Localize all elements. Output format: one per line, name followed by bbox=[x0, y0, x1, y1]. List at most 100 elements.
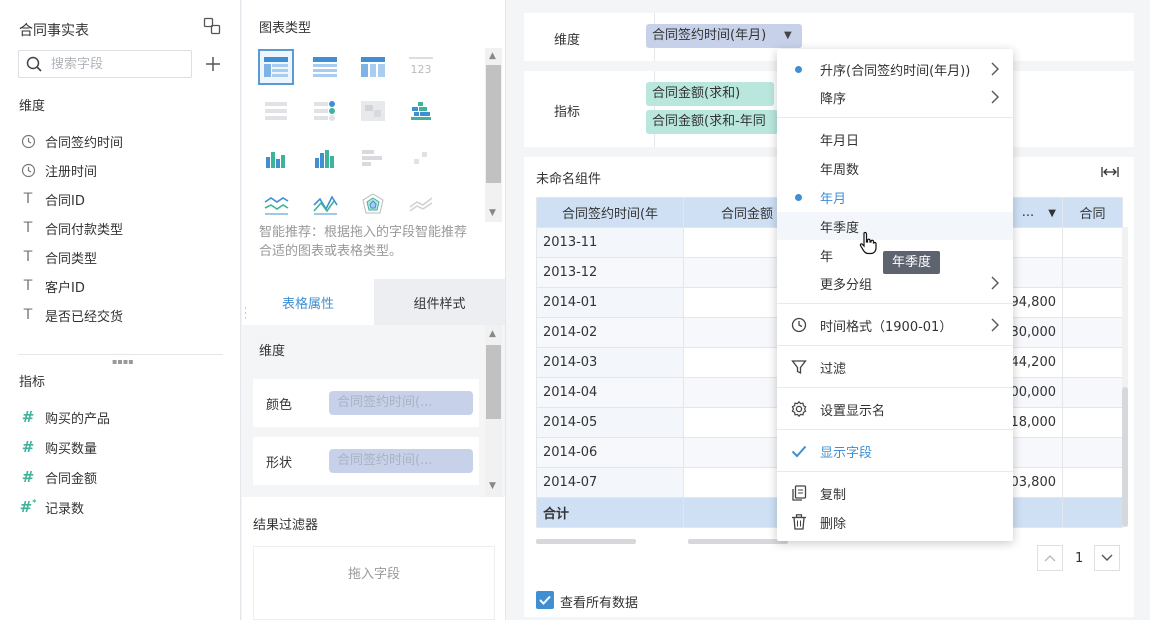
scroll-up-icon[interactable]: ▲ bbox=[489, 51, 496, 61]
scrollbar-thumb[interactable] bbox=[688, 539, 788, 544]
menu-item-label: 年周数 bbox=[820, 162, 860, 178]
property-scrollbar[interactable]: ▲ ▼ bbox=[485, 325, 502, 497]
view-all-checkbox[interactable] bbox=[536, 591, 554, 609]
grouped-table-icon[interactable] bbox=[258, 49, 294, 85]
detail-table-icon[interactable] bbox=[307, 49, 343, 85]
chart-type-title: 图表类型 bbox=[259, 21, 312, 36]
grouped-bar-icon[interactable] bbox=[307, 140, 343, 176]
menu-separator bbox=[777, 471, 1013, 472]
list-chart-icon[interactable] bbox=[258, 93, 294, 129]
view-all-label: 查看所有数据 bbox=[560, 596, 639, 611]
menu-item[interactable]: 升序(合同签约时间(年月)) bbox=[777, 55, 1013, 83]
hash-icon: # bbox=[21, 468, 35, 486]
color-field-pill[interactable]: 合同签约时间(... bbox=[329, 391, 473, 415]
field-item[interactable]: # 购买的产品 bbox=[19, 407, 110, 427]
multi-line-icon[interactable] bbox=[403, 186, 439, 222]
menu-item-label: 降序 bbox=[820, 91, 847, 107]
kpi-number-icon[interactable]: 123 bbox=[403, 49, 439, 85]
dot-list-icon[interactable] bbox=[307, 93, 343, 129]
radar-chart-icon[interactable] bbox=[355, 186, 391, 222]
scrollbar-thumb[interactable] bbox=[486, 345, 501, 419]
search-input[interactable] bbox=[51, 55, 181, 73]
hash-icon: # bbox=[21, 408, 35, 426]
bar-chart-icon[interactable] bbox=[258, 140, 294, 176]
total-label: 合计 bbox=[536, 497, 684, 528]
metric-field-tag[interactable]: 合同金额(求和-年同 bbox=[646, 110, 778, 134]
menu-item[interactable]: 显示字段 bbox=[777, 437, 1013, 465]
sort-caret-icon[interactable]: ▼ bbox=[1048, 208, 1056, 219]
cross-table-icon[interactable] bbox=[355, 49, 391, 85]
date-cell: 2014-02 bbox=[536, 317, 684, 348]
menu-item-label: 年 bbox=[820, 249, 834, 265]
menu-item[interactable]: 删除 bbox=[777, 508, 1013, 536]
menu-item[interactable]: 过滤 bbox=[777, 353, 1013, 381]
menu-item[interactable]: 年月 bbox=[777, 183, 1013, 211]
value-cell bbox=[1062, 467, 1123, 498]
menu-item[interactable]: 复制 bbox=[777, 479, 1013, 507]
field-item[interactable]: T 合同付款类型 bbox=[19, 218, 123, 238]
line-chart-icon[interactable] bbox=[258, 186, 294, 222]
menu-item[interactable]: 年季度 bbox=[777, 212, 1013, 240]
result-filter-dropzone[interactable]: 拖入字段 bbox=[253, 546, 495, 620]
check-icon bbox=[790, 442, 808, 460]
switch-table-icon[interactable] bbox=[203, 17, 221, 35]
scrollbar-thumb[interactable] bbox=[1122, 387, 1128, 527]
scroll-up-icon[interactable]: ▲ bbox=[489, 329, 496, 339]
menu-item[interactable]: 降序 bbox=[777, 83, 1013, 111]
tab-table-properties[interactable]: 表格属性 bbox=[242, 279, 374, 325]
metric-section-title: 指标 bbox=[19, 375, 46, 390]
field-item[interactable]: # 合同金额 bbox=[19, 467, 97, 487]
field-label: 合同ID bbox=[45, 193, 85, 209]
field-item[interactable]: 注册时间 bbox=[19, 160, 97, 180]
menu-item-label: 显示字段 bbox=[820, 445, 873, 461]
menu-item[interactable]: 设置显示名 bbox=[777, 395, 1013, 423]
scroll-down-icon[interactable]: ▼ bbox=[489, 208, 496, 218]
field-item[interactable]: # 购买数量 bbox=[19, 437, 97, 457]
waterfall-icon[interactable] bbox=[403, 140, 439, 176]
field-label: 合同金额 bbox=[45, 471, 98, 487]
field-item[interactable]: T 客户ID bbox=[19, 276, 85, 296]
field-item[interactable]: 合同签约时间 bbox=[19, 131, 123, 151]
horizontal-bar-icon[interactable] bbox=[355, 140, 391, 176]
metric-field-tag[interactable]: 合同金额(求和) bbox=[646, 82, 774, 106]
caret-down-icon[interactable]: ▼ bbox=[784, 24, 792, 48]
stacked-dot-icon[interactable] bbox=[403, 93, 439, 129]
area-line-icon[interactable] bbox=[307, 186, 343, 222]
date-cell: 2014-07 bbox=[536, 467, 684, 498]
property-tabs: 表格属性 组件样式 bbox=[242, 279, 505, 325]
scrollbar-thumb[interactable] bbox=[536, 539, 636, 544]
column-header[interactable]: 合同签约时间(年 bbox=[536, 197, 684, 228]
chart-type-scrollbar[interactable]: ▲ ▼ bbox=[485, 48, 502, 222]
shape-field-pill[interactable]: 合同签约时间(... bbox=[329, 449, 473, 473]
heatmap-icon[interactable] bbox=[355, 93, 391, 129]
chevron-right-icon bbox=[990, 61, 1000, 77]
scroll-down-icon[interactable]: ▼ bbox=[489, 481, 496, 491]
field-item[interactable]: T 合同ID bbox=[19, 189, 85, 209]
field-label: 注册时间 bbox=[45, 164, 98, 180]
date-cell: 2014-06 bbox=[536, 437, 684, 468]
menu-item[interactable]: 时间格式（1900-01） bbox=[777, 311, 1013, 339]
add-field-icon[interactable] bbox=[203, 54, 223, 74]
resize-grip-icon[interactable]: ▪▪▪▪ bbox=[112, 357, 134, 366]
expand-width-icon[interactable] bbox=[1100, 165, 1120, 183]
page-number: 1 bbox=[1075, 551, 1084, 566]
field-label: 合同签约时间 bbox=[45, 135, 124, 151]
field-item[interactable]: T 是否已经交货 bbox=[19, 305, 123, 325]
prev-page-button[interactable] bbox=[1037, 545, 1063, 571]
table-vertical-scrollbar[interactable] bbox=[1122, 227, 1128, 527]
shape-property-row: 形状 合同签约时间(... bbox=[253, 437, 479, 485]
menu-item[interactable]: 年月日 bbox=[777, 125, 1013, 153]
side-resize-grip-icon[interactable]: · · · bbox=[244, 305, 247, 324]
next-page-button[interactable] bbox=[1094, 545, 1120, 571]
date-cell: 2013-11 bbox=[536, 227, 684, 258]
menu-item[interactable]: 年周数 bbox=[777, 154, 1013, 182]
chevron-right-icon bbox=[990, 275, 1000, 291]
field-item[interactable]: T 合同类型 bbox=[19, 247, 97, 267]
scrollbar-thumb[interactable] bbox=[486, 65, 501, 183]
dimension-field-tag[interactable]: 合同签约时间(年月) ▼ bbox=[646, 24, 802, 48]
column-header[interactable]: 合同 bbox=[1062, 197, 1123, 228]
field-item[interactable]: # * 记录数 bbox=[19, 497, 84, 517]
tab-component-style[interactable]: 组件样式 bbox=[374, 279, 505, 325]
selected-dot-icon bbox=[795, 193, 802, 201]
value-cell bbox=[1062, 407, 1123, 438]
